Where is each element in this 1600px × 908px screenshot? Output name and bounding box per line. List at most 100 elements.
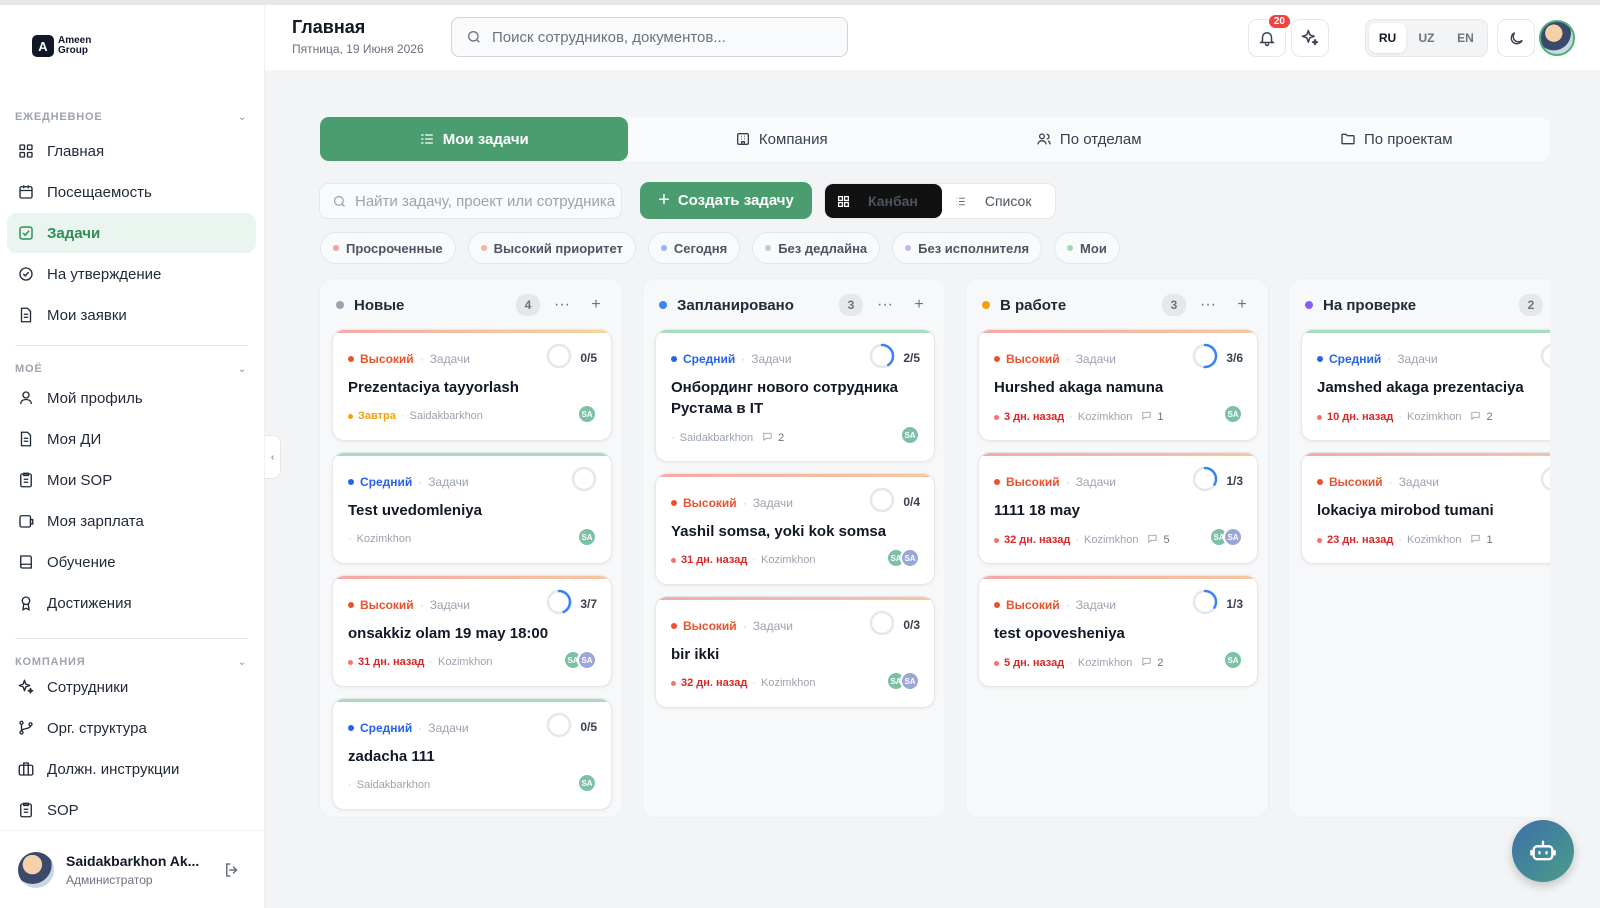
- task-search-input[interactable]: Найти задачу, проект или сотрудника: [319, 183, 622, 219]
- tab-projects[interactable]: По проектам: [1243, 117, 1551, 161]
- column-count-badge: 3: [839, 294, 863, 316]
- due-dot: [348, 659, 353, 665]
- column-count-badge: 2: [1519, 294, 1543, 316]
- add-card-icon[interactable]: +: [1230, 296, 1254, 314]
- column-header: Новые 4 ··· +: [336, 293, 608, 317]
- task-card[interactable]: Средний · Задачи Test uvedomleniya · Kozimkho…: [332, 452, 612, 564]
- user-role: Администратор: [66, 872, 153, 887]
- assignee-avatars: SA SA: [886, 671, 920, 691]
- notifications-button[interactable]: 20: [1248, 15, 1290, 57]
- filter-chip[interactable]: Мои: [1054, 232, 1120, 264]
- assignee-avatar[interactable]: SA: [577, 527, 597, 547]
- theme-toggle-button[interactable]: [1497, 19, 1535, 57]
- sidebar-item-daily_items-0[interactable]: Главная: [7, 131, 256, 171]
- user-profile-box[interactable]: Saidakbarkhon Ak... Администратор: [0, 830, 265, 908]
- more-icon[interactable]: ···: [873, 296, 897, 314]
- sidebar-item-mine_items-3[interactable]: Моя зарплата: [7, 501, 256, 541]
- priority-dot: [994, 602, 1000, 608]
- assignee-avatar[interactable]: SA: [577, 650, 597, 670]
- card-title: 1111 18 may: [994, 502, 1080, 519]
- separator: ·: [1065, 598, 1070, 612]
- task-card[interactable]: Средний · Задачи Jamshed akaga prezentaciya…: [1301, 329, 1550, 441]
- wallet-icon: [17, 512, 35, 530]
- subtask-progress: 0/5: [546, 712, 597, 741]
- company-logo[interactable]: A Ameen Group: [32, 35, 98, 57]
- sidebar-item-mine_items-5[interactable]: Достижения: [7, 583, 256, 623]
- filter-chip[interactable]: Без дедлайна: [752, 232, 881, 264]
- task-card[interactable]: Средний · Задачи 0/5 zadacha 111 · Saidakbarkh…: [332, 698, 612, 810]
- ai-assistant-button[interactable]: [1291, 19, 1329, 57]
- task-card[interactable]: Высокий · Задачи 3/6 Hurshed akaga namuna 3 д…: [978, 329, 1258, 441]
- task-card[interactable]: Высокий · Задачи 0/4 Yashil somsa, yoki kok …: [655, 473, 935, 585]
- lang-ru-button[interactable]: RU: [1369, 23, 1406, 53]
- chatbot-button[interactable]: [1512, 820, 1574, 882]
- more-icon[interactable]: ···: [1196, 296, 1220, 314]
- lang-uz-button[interactable]: UZ: [1408, 23, 1445, 53]
- priority-dot: [348, 479, 354, 485]
- column-title: Запланировано: [677, 296, 794, 314]
- separator: ·: [418, 721, 423, 735]
- card-priority-bar: [656, 474, 934, 477]
- view-kanban-button[interactable]: Канбан: [825, 184, 942, 218]
- task-card[interactable]: Высокий · Задачи 1/3 1111 18 may 32 дн. назад…: [978, 452, 1258, 564]
- task-card[interactable]: Средний · Задачи 2/5 Онбординг нового сотруд…: [655, 329, 935, 462]
- progress-text: 2/5: [903, 350, 920, 365]
- sidebar-item-mine_items-4[interactable]: Обучение: [7, 542, 256, 582]
- task-card[interactable]: Высокий · Задачи 3/7 onsakkiz olam 19 may 18…: [332, 575, 612, 687]
- tab-departments[interactable]: По отделам: [935, 117, 1243, 161]
- filter-chip[interactable]: Высокий приоритет: [467, 232, 636, 264]
- add-card-icon[interactable]: +: [907, 296, 931, 314]
- task-card[interactable]: Высокий · Задачи lokaciya mirobod tumani 23 …: [1301, 452, 1550, 564]
- filter-chip[interactable]: Без исполнителя: [892, 232, 1043, 264]
- sidebar-item-company_items-1[interactable]: Орг. структура: [7, 708, 256, 748]
- header-user-avatar[interactable]: [1539, 20, 1575, 56]
- global-search-input[interactable]: Поиск сотрудников, документов...: [451, 17, 848, 57]
- view-list-button[interactable]: Список: [942, 184, 1056, 218]
- comment-icon: [1147, 533, 1158, 547]
- create-task-button[interactable]: + Создать задачу: [640, 182, 812, 219]
- sidebar-collapse-handle[interactable]: ‹: [265, 435, 281, 479]
- due-date: 32 дн. назад: [1004, 534, 1071, 546]
- card-title: bir ikki: [671, 646, 720, 663]
- assignee-avatar[interactable]: SA: [1223, 404, 1243, 424]
- assignee-avatar[interactable]: SA: [900, 425, 920, 445]
- assignee-avatar[interactable]: SA: [1223, 650, 1243, 670]
- sidebar-item-daily_items-1[interactable]: Посещаемость: [7, 172, 256, 212]
- priority-label: Средний: [360, 721, 413, 735]
- card-tags: Высокий · Задачи: [994, 475, 1116, 489]
- sidebar-item-daily_items-3[interactable]: На утверждение: [7, 254, 256, 294]
- sidebar-item-mine_items-2[interactable]: Мои SOP: [7, 460, 256, 500]
- task-card[interactable]: Высокий · Задачи 1/3 test opovesheniya 5 дн. …: [978, 575, 1258, 687]
- sidebar-item-company_items-0[interactable]: Сотрудники: [7, 667, 256, 707]
- assignee-avatar[interactable]: SA: [900, 548, 920, 568]
- logout-icon[interactable]: [223, 861, 241, 884]
- task-card[interactable]: Высокий · Задачи 0/3 bir ikki 32 дн. назад · Ko…: [655, 596, 935, 708]
- sidebar-item-mine_items-1[interactable]: Моя ДИ: [7, 419, 256, 459]
- card-meta: 31 дн. назад · Kozimkhon: [671, 554, 815, 566]
- more-icon[interactable]: ···: [550, 296, 574, 314]
- card-tags: Высокий · Задачи: [671, 619, 793, 633]
- task-card[interactable]: Высокий · Задачи 0/5 Prezentaciya tayyorlash…: [332, 329, 612, 441]
- card-priority-bar: [333, 453, 611, 456]
- user-avatar[interactable]: [18, 851, 54, 888]
- sidebar-item-mine_items-0[interactable]: Мой профиль: [7, 378, 256, 418]
- assignee-avatar[interactable]: SA: [1223, 527, 1243, 547]
- assignee-avatar[interactable]: SA: [577, 773, 597, 793]
- add-card-icon[interactable]: +: [584, 296, 608, 314]
- assignee-name: Kozimkhon: [1407, 534, 1462, 546]
- lang-en-button[interactable]: EN: [1447, 23, 1484, 53]
- sidebar-item-company_items-2[interactable]: Должн. инструкции: [7, 749, 256, 789]
- section-daily-header[interactable]: ЕЖЕДНЕВНОЕ ⌄: [15, 111, 247, 123]
- assignee-avatar[interactable]: SA: [577, 404, 597, 424]
- filter-chip[interactable]: Сегодня: [647, 232, 741, 264]
- kanban-column: Запланировано 3 ··· + Средний · Задачи 2/5 Онбор…: [642, 278, 946, 818]
- comment-count: 2: [1157, 657, 1164, 669]
- filter-chip[interactable]: Просроченные: [320, 232, 456, 264]
- section-mine-header[interactable]: МОЁ ⌄: [15, 363, 247, 375]
- tab-company[interactable]: Компания: [628, 117, 936, 161]
- assignee-avatar[interactable]: SA: [900, 671, 920, 691]
- sidebar-item-daily_items-4[interactable]: Мои заявки: [7, 295, 256, 335]
- tab-my-tasks[interactable]: Мои задачи: [320, 117, 628, 161]
- sidebar-item-daily_items-2[interactable]: Задачи: [7, 213, 256, 253]
- sidebar-item-company_items-3[interactable]: SOP: [7, 790, 256, 830]
